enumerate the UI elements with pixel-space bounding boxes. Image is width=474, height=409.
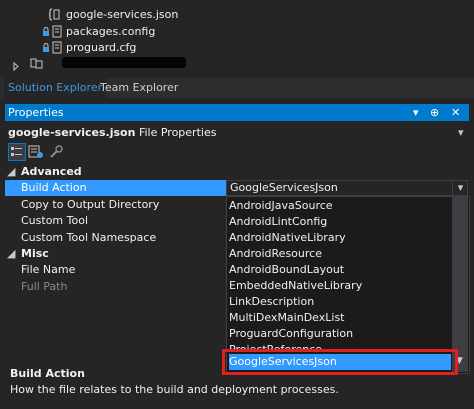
tool-window-tabs: Solution Explorer Team Explorer	[0, 78, 474, 98]
dropdown-option[interactable]: AndroidBoundLayout	[229, 262, 451, 278]
json-file-icon	[48, 8, 60, 21]
collapse-icon[interactable]: ◢	[7, 246, 15, 262]
close-icon[interactable]: ✕	[451, 104, 460, 121]
expand-arrow-icon[interactable]	[12, 59, 24, 72]
build-action-dropdown-list[interactable]: AndroidJavaSource AndroidLintConfig Andr…	[226, 196, 470, 374]
property-row-build-action[interactable]: Build Action	[5, 180, 227, 196]
config-file-icon	[52, 41, 64, 54]
property-name: Custom Tool Namespace	[21, 231, 157, 244]
dropdown-option[interactable]: EmbeddedNativeLibrary	[229, 278, 451, 294]
tree-item-proguard-cfg[interactable]: proguard.cfg	[0, 39, 474, 56]
description-text: How the file relates to the build and de…	[10, 383, 339, 396]
window-dropdown-icon[interactable]: ▾	[413, 104, 419, 121]
property-row-copy-to-output[interactable]: Copy to Output Directory	[5, 197, 227, 213]
chevron-down-icon[interactable]: ▾	[452, 180, 468, 196]
property-name: Build Action	[21, 181, 87, 194]
tab-solution-explorer[interactable]: Solution Explorer	[4, 78, 107, 98]
object-name: google-services.json	[8, 126, 136, 139]
dropdown-option[interactable]: ProguardConfiguration	[229, 326, 451, 342]
object-type: File Properties	[138, 126, 217, 139]
object-selector[interactable]: google-services.json File Properties ▾	[8, 125, 468, 141]
properties-title: Properties	[8, 106, 64, 119]
property-name: Full Path	[21, 280, 68, 293]
tree-item-label: packages.config	[66, 25, 156, 38]
build-action-value: GoogleServicesJson	[230, 181, 338, 194]
chevron-down-icon[interactable]: ▾	[458, 125, 464, 141]
property-name: Copy to Output Directory	[21, 198, 160, 211]
config-file-icon	[52, 25, 64, 38]
dropdown-option[interactable]: AndroidNativeLibrary	[229, 230, 451, 246]
tab-team-explorer[interactable]: Team Explorer	[96, 78, 182, 98]
tree-item-packages-config[interactable]: packages.config	[0, 23, 474, 40]
property-name: File Name	[21, 263, 76, 276]
property-row-full-path[interactable]: Full Path	[5, 279, 227, 295]
wrench-icon[interactable]	[48, 144, 64, 163]
property-row-custom-tool[interactable]: Custom Tool	[5, 213, 227, 229]
property-name: Custom Tool	[21, 214, 89, 227]
tree-item-google-services[interactable]: google-services.json	[0, 6, 474, 23]
highlight-box	[222, 349, 458, 375]
dropdown-option[interactable]: MultiDexMainDexList	[229, 310, 451, 326]
property-row-custom-tool-namespace[interactable]: Custom Tool Namespace	[5, 230, 227, 246]
collapse-icon[interactable]: ◢	[7, 164, 15, 180]
tree-item-label: proguard.cfg	[66, 41, 137, 54]
category-label: Advanced	[21, 165, 82, 178]
category-label: Misc	[21, 247, 49, 260]
properties-toolbar	[8, 143, 68, 161]
property-row-file-name[interactable]: File Name	[5, 262, 227, 278]
categorized-view-icon[interactable]	[8, 143, 26, 161]
build-action-combobox[interactable]: GoogleServicesJson ▾	[226, 180, 468, 196]
tree-item-label: google-services.json	[66, 8, 179, 21]
category-misc[interactable]: ◢ Misc	[5, 246, 227, 262]
property-pages-icon[interactable]	[28, 144, 44, 163]
category-advanced[interactable]: ◢ Advanced	[5, 164, 469, 180]
properties-title-bar: Properties ▾ ⊕ ✕	[5, 104, 469, 121]
dropdown-option[interactable]: AndroidJavaSource	[229, 198, 451, 214]
redaction-bar	[62, 57, 186, 68]
dropdown-option[interactable]: AndroidResource	[229, 246, 451, 262]
pin-icon[interactable]: ⊕	[430, 104, 439, 121]
reference-icon	[30, 57, 43, 70]
dropdown-option[interactable]: LinkDescription	[229, 294, 451, 310]
dropdown-option[interactable]: AndroidLintConfig	[229, 214, 451, 230]
dropdown-scrollbar[interactable]: ▼	[452, 196, 468, 372]
description-title: Build Action	[10, 367, 85, 380]
